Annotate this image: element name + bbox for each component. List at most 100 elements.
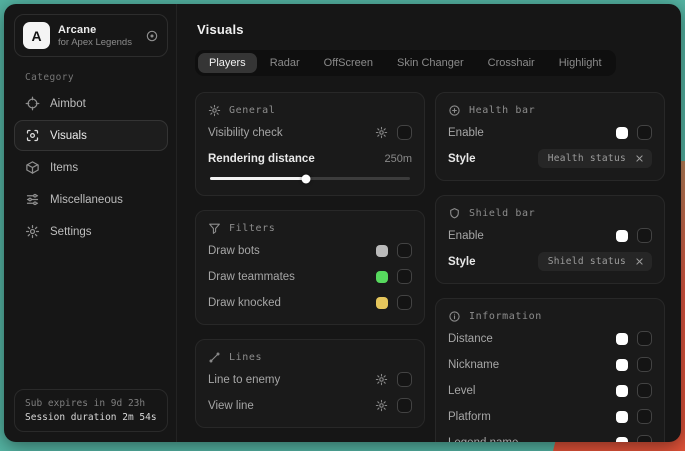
setting-value: 250m (384, 153, 412, 165)
sidebar-item-miscellaneous[interactable]: Miscellaneous (14, 184, 168, 215)
main-content: Visuals PlayersRadarOffScreenSkin Change… (177, 4, 681, 442)
setting-label: Nickname (448, 359, 608, 371)
crosshair-icon (25, 96, 40, 111)
tab-crosshair[interactable]: Crosshair (477, 53, 546, 73)
shield-icon (448, 207, 461, 220)
row-controls: Health status (538, 149, 652, 168)
tab-players[interactable]: Players (198, 53, 257, 73)
sidebar-item-settings[interactable]: Settings (14, 216, 168, 247)
style-select-value: Health status (548, 153, 626, 164)
row-controls (376, 295, 412, 310)
checkbox-visibility-check[interactable] (397, 125, 412, 140)
style-select[interactable]: Health status (538, 149, 652, 168)
sidebar-nav: Aimbot Visuals Items (14, 88, 168, 247)
setting-row-view-line: View line (208, 395, 412, 416)
setting-row-line-to-enemy: Line to enemy (208, 369, 412, 390)
checkbox-line-to-enemy[interactable] (397, 372, 412, 387)
setting-row-rendering-distance: Rendering distance250m (208, 148, 412, 169)
app-window: A Arcane for Apex Legends Category Aimbo… (4, 4, 681, 442)
color-swatch[interactable] (616, 333, 628, 345)
setting-label: Draw teammates (208, 271, 368, 283)
row-controls (376, 243, 412, 258)
checkbox-enable[interactable] (637, 125, 652, 140)
checkbox-draw-bots[interactable] (397, 243, 412, 258)
panel-header: Health bar (448, 104, 652, 117)
setting-label: Legend name (448, 437, 608, 443)
color-swatch[interactable] (616, 385, 628, 397)
checkbox-distance[interactable] (637, 331, 652, 346)
slider-rendering-distance[interactable] (210, 177, 410, 180)
checkbox-draw-knocked[interactable] (397, 295, 412, 310)
panel-general: GeneralVisibility checkRendering distanc… (195, 92, 425, 196)
gear-icon[interactable] (375, 126, 388, 139)
panel-title: Information (469, 311, 542, 322)
checkbox-level[interactable] (637, 383, 652, 398)
setting-row-style: Style Shield status (448, 251, 652, 272)
style-select-value: Shield status (548, 256, 626, 267)
style-select[interactable]: Shield status (538, 252, 652, 271)
app-identity-text: Arcane for Apex Legends (58, 24, 132, 48)
row-controls (375, 398, 412, 413)
row-controls (376, 269, 412, 284)
gear-icon[interactable] (375, 399, 388, 412)
setting-label: Enable (448, 127, 608, 139)
slider-fill (210, 177, 306, 180)
color-swatch[interactable] (616, 437, 628, 443)
color-swatch[interactable] (376, 271, 388, 283)
checkbox-view-line[interactable] (397, 398, 412, 413)
gear-icon (25, 224, 40, 239)
panel-header: Filters (208, 222, 412, 235)
slider-thumb[interactable] (302, 174, 311, 183)
app-identity-card: A Arcane for Apex Legends (14, 14, 168, 57)
setting-label: View line (208, 400, 367, 412)
category-label: Category (25, 72, 168, 83)
tab-offscreen[interactable]: OffScreen (313, 53, 384, 73)
setting-row-enable: Enable (448, 225, 652, 246)
color-swatch[interactable] (616, 127, 628, 139)
setting-label: Line to enemy (208, 374, 367, 386)
sidebar-item-visuals[interactable]: Visuals (14, 120, 168, 151)
setting-row-nickname: Nickname (448, 354, 652, 375)
row-controls (616, 383, 652, 398)
panel-information: Information Distance Nickname Level Platform… (435, 298, 665, 442)
setting-row-legend-name: Legend name (448, 432, 652, 442)
checkbox-nickname[interactable] (637, 357, 652, 372)
app-subtitle: for Apex Legends (58, 37, 132, 48)
setting-row-draw-teammates: Draw teammates (208, 266, 412, 287)
setting-label: Platform (448, 411, 608, 423)
tab-bar: PlayersRadarOffScreenSkin ChangerCrossha… (195, 50, 616, 76)
panels-column-right: Health bar Enable Style Health status Shield… (435, 92, 665, 442)
setting-label: Distance (448, 333, 608, 345)
gear-icon (208, 104, 221, 117)
setting-label: Draw knocked (208, 297, 368, 309)
color-swatch[interactable] (376, 297, 388, 309)
checkbox-enable[interactable] (637, 228, 652, 243)
setting-row-platform: Platform (448, 406, 652, 427)
color-swatch[interactable] (616, 230, 628, 242)
close-icon[interactable] (635, 154, 644, 163)
checkbox-draw-teammates[interactable] (397, 269, 412, 284)
checkbox-legend-name[interactable] (637, 435, 652, 442)
setting-row-draw-knocked: Draw knocked (208, 292, 412, 313)
gear-icon[interactable] (375, 373, 388, 386)
tab-highlight[interactable]: Highlight (548, 53, 613, 73)
row-controls (616, 228, 652, 243)
row-controls (375, 125, 412, 140)
color-swatch[interactable] (616, 411, 628, 423)
close-icon[interactable] (635, 257, 644, 266)
setting-row-visibility-check: Visibility check (208, 122, 412, 143)
row-controls (616, 331, 652, 346)
target-icon[interactable] (145, 29, 159, 43)
info-icon (448, 310, 461, 323)
checkbox-platform[interactable] (637, 409, 652, 424)
line-icon (208, 351, 221, 364)
color-swatch[interactable] (616, 359, 628, 371)
panel-header: Information (448, 310, 652, 323)
tab-skin-changer[interactable]: Skin Changer (386, 53, 475, 73)
tab-radar[interactable]: Radar (259, 53, 311, 73)
sidebar-item-aimbot[interactable]: Aimbot (14, 88, 168, 119)
color-swatch[interactable] (376, 245, 388, 257)
sidebar-item-items[interactable]: Items (14, 152, 168, 183)
setting-row-level: Level (448, 380, 652, 401)
setting-label: Style (448, 256, 530, 268)
